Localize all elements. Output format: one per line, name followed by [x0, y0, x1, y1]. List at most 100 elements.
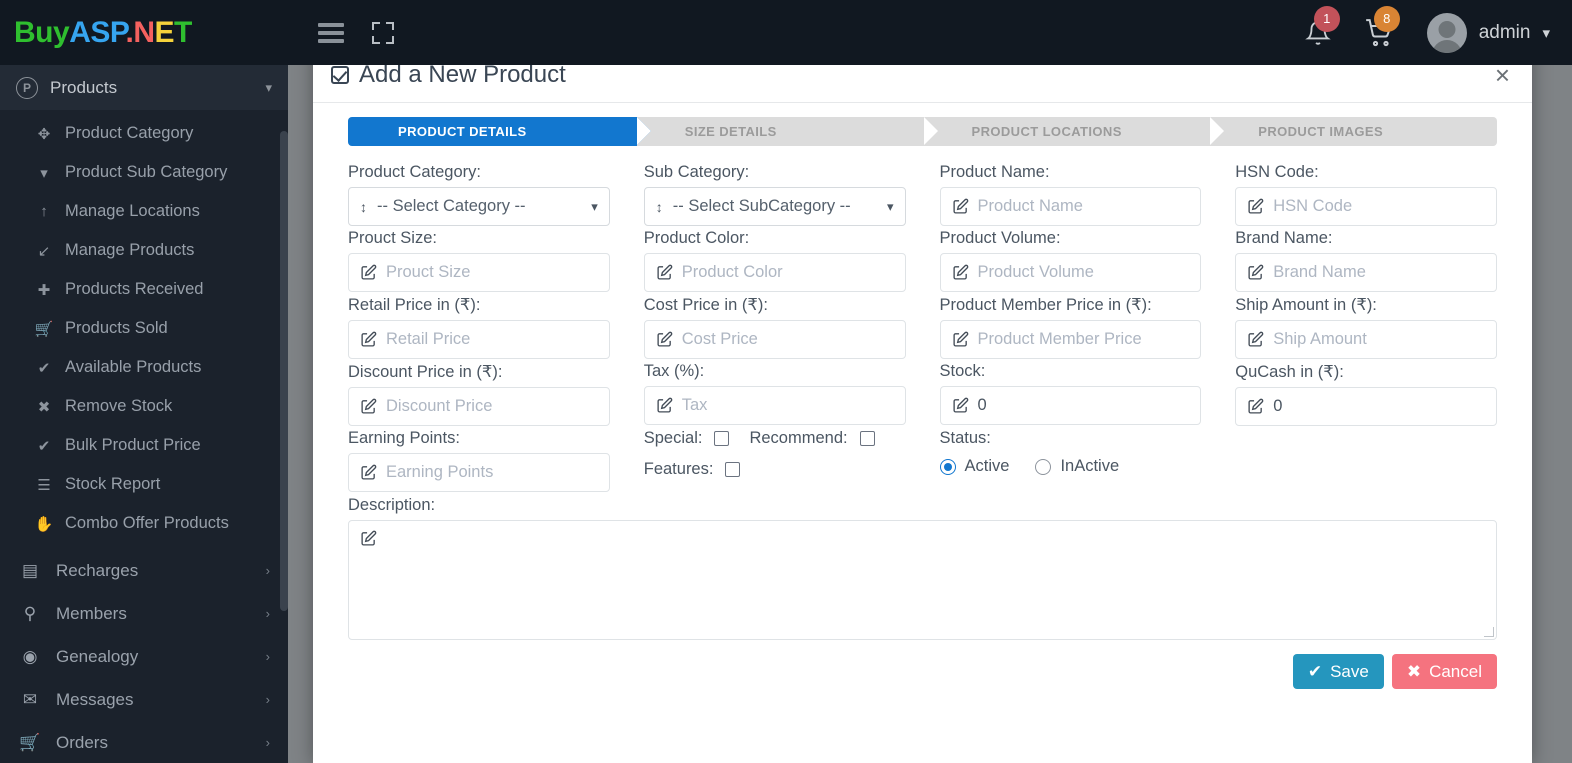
- sidebar-item-icon: ☰: [37, 476, 51, 494]
- cart-button[interactable]: 8: [1365, 5, 1400, 47]
- cost-price-input[interactable]: Cost Price: [643, 320, 906, 359]
- chevron-down-icon: ▾: [1542, 24, 1550, 42]
- sidebar-group-members[interactable]: ⚲ Members ›: [0, 592, 288, 635]
- form-row-3: Retail Price in (₹): Retail Price Cost P…: [348, 295, 1497, 359]
- pencil-icon: [1247, 331, 1264, 348]
- hsn-code-input[interactable]: HSN Code: [1235, 187, 1497, 226]
- cancel-button[interactable]: ✖ Cancel: [1391, 654, 1497, 689]
- member-price-input[interactable]: Product Member Price: [939, 320, 1202, 359]
- earning-points-input[interactable]: Earning Points: [348, 453, 610, 492]
- field-sub-category: Sub Category: ↕ -- Select SubCategory --…: [643, 163, 906, 226]
- wizard-step-3[interactable]: PRODUCT LOCATIONS: [923, 117, 1225, 146]
- field-status: Status: Active InActive: [939, 429, 1202, 492]
- label-stock: Stock:: [939, 362, 986, 380]
- chevron-down-icon: ▾: [591, 198, 598, 214]
- qucash-input[interactable]: 0: [1235, 387, 1497, 426]
- stock-input[interactable]: 0: [939, 386, 1202, 425]
- step-notch: [1210, 117, 1225, 145]
- recommend-checkbox[interactable]: [859, 431, 875, 446]
- form-row-2: Prouct Size: Prouct Size Product Color: …: [348, 229, 1497, 292]
- features-checkbox[interactable]: [725, 462, 741, 477]
- notification-bell-button[interactable]: 1: [1304, 5, 1340, 47]
- sidebar-group-recharges[interactable]: ▤ Recharges ›: [0, 549, 288, 592]
- field-stock: Stock: 0: [939, 362, 1202, 426]
- sidebar-group-genealogy[interactable]: ◉ Genealogy ›: [0, 635, 288, 678]
- special-checkbox[interactable]: [714, 431, 730, 446]
- sidebar-item-manage-locations[interactable]: ↑ Manage Locations: [0, 192, 288, 231]
- sidebar-group-messages[interactable]: ✉ Messages ›: [0, 678, 288, 721]
- sidebar-group-label: Recharges: [56, 560, 139, 580]
- sidebar-item-products-sold[interactable]: 🛒 Products Sold: [0, 309, 288, 348]
- pencil-icon: [1247, 198, 1264, 215]
- sidebar-item-product-sub-category[interactable]: ▾ Product Sub Category: [0, 153, 288, 192]
- form-row-1: Product Category: ↕ -- Select Category -…: [348, 163, 1497, 226]
- user-menu[interactable]: admin ▾: [1426, 12, 1550, 53]
- field-flags: Special: Recommend: Features:: [644, 429, 906, 492]
- discount-price-input[interactable]: Discount Price: [348, 387, 610, 426]
- wizard-step-2[interactable]: SIZE DETAILS: [636, 117, 938, 146]
- sidebar-item-available-products[interactable]: ✔ Available Products: [0, 348, 288, 387]
- ship-amount-input[interactable]: Ship Amount: [1235, 320, 1497, 359]
- product-size-input[interactable]: Prouct Size: [348, 253, 610, 292]
- hsn-code-placeholder: HSN Code: [1273, 197, 1353, 215]
- sidebar-group-icon: ✉: [22, 689, 38, 709]
- sidebar-item-icon: ✚: [37, 281, 51, 299]
- label-member-price: Product Member Price in (₹):: [939, 296, 1152, 314]
- label-earning-points: Earning Points:: [348, 429, 460, 447]
- sidebar-item-bulk-product-price[interactable]: ✔ Bulk Product Price: [0, 426, 288, 465]
- product-name-input[interactable]: Product Name: [939, 187, 1202, 226]
- brand-name-input[interactable]: Brand Name: [1235, 253, 1497, 292]
- sub-category-select[interactable]: ↕ -- Select SubCategory -- ▾: [643, 187, 906, 226]
- sidebar: P Products ▾ ✥ Product Category ▾ Product S…: [0, 65, 288, 763]
- sidebar-item-label: Available Products: [65, 358, 202, 376]
- sidebar-item-product-category[interactable]: ✥ Product Category: [0, 114, 288, 153]
- chevron-right-icon: ›: [265, 649, 270, 664]
- sidebar-item-products[interactable]: P Products ▾: [0, 65, 288, 110]
- sidebar-item-products-received[interactable]: ✚ Products Received: [0, 270, 288, 309]
- product-volume-input[interactable]: Product Volume: [939, 253, 1202, 292]
- wizard-step-1[interactable]: PRODUCT DETAILS: [348, 117, 651, 146]
- app-root: BuyASP.NET 1 8 admin ▾ P Products ▾ ✥ Pr…: [0, 0, 1572, 763]
- field-product-size: Prouct Size: Prouct Size: [348, 229, 610, 292]
- pencil-icon: [952, 198, 969, 215]
- resize-handle-icon[interactable]: [1484, 627, 1494, 637]
- brand-logo[interactable]: BuyASP.NET: [0, 0, 288, 65]
- product-category-value: -- Select Category --: [377, 197, 526, 215]
- status-option-inactive[interactable]: InActive: [1035, 457, 1119, 476]
- radio-active[interactable]: [939, 458, 956, 475]
- topbar-left-controls: [288, 21, 394, 44]
- wizard-step-label: PRODUCT LOCATIONS: [971, 124, 1122, 139]
- product-name-placeholder: Product Name: [977, 197, 1083, 215]
- product-color-input[interactable]: Product Color: [643, 253, 906, 292]
- product-category-select[interactable]: ↕ -- Select Category -- ▾: [348, 187, 610, 226]
- field-spacer: [1235, 429, 1497, 492]
- sidebar-item-label: Products Received: [65, 280, 204, 298]
- sidebar-item-icon: ↙: [37, 242, 51, 260]
- hamburger-icon[interactable]: [318, 22, 344, 43]
- sidebar-products-label: Products: [50, 77, 118, 97]
- label-product-size: Prouct Size:: [348, 229, 437, 247]
- sidebar-item-manage-products[interactable]: ↙ Manage Products: [0, 231, 288, 270]
- fullscreen-icon[interactable]: [372, 21, 394, 44]
- label-status: Status:: [939, 429, 991, 447]
- sidebar-item-stock-report[interactable]: ☰ Stock Report: [0, 465, 288, 504]
- save-button[interactable]: ✔ Save: [1292, 654, 1384, 689]
- pencil-icon: [360, 530, 1485, 547]
- radio-inactive[interactable]: [1035, 458, 1052, 475]
- products-icon: P: [16, 76, 38, 99]
- close-icon[interactable]: ×: [1495, 62, 1510, 88]
- description-textarea[interactable]: [348, 520, 1497, 640]
- label-product-category: Product Category:: [348, 163, 481, 181]
- tax-input[interactable]: Tax: [643, 386, 906, 425]
- field-qucash: QuCash in (₹): 0: [1235, 362, 1497, 426]
- label-special: Special:: [643, 429, 703, 447]
- sidebar-item-combo-offer-products[interactable]: ✋ Combo Offer Products: [0, 504, 288, 543]
- retail-price-input[interactable]: Retail Price: [348, 320, 610, 359]
- status-option-active[interactable]: Active: [939, 457, 1009, 476]
- sidebar-group-orders[interactable]: 🛒 Orders ›: [0, 721, 288, 763]
- sidebar-scrollbar[interactable]: [280, 131, 288, 611]
- field-cost-price: Cost Price in (₹): Cost Price: [643, 295, 906, 359]
- check-icon: ✔: [1307, 661, 1323, 681]
- wizard-step-4[interactable]: PRODUCT IMAGES: [1210, 117, 1497, 146]
- sidebar-item-remove-stock[interactable]: ✖ Remove Stock: [0, 387, 288, 426]
